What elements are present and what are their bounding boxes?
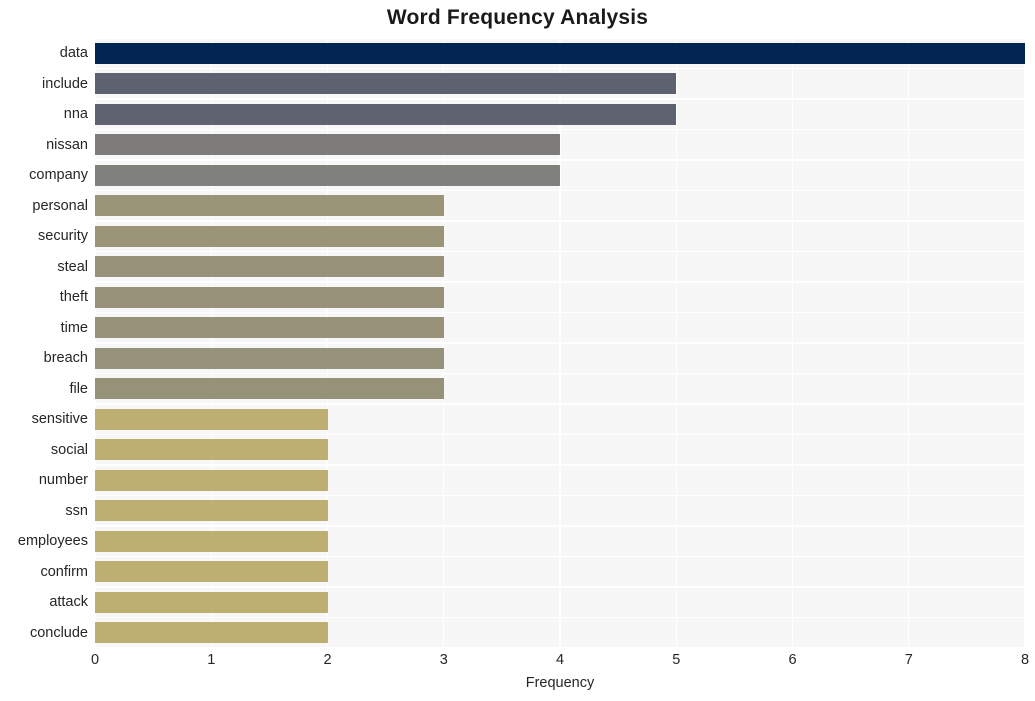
bar xyxy=(95,469,328,491)
vertical-gridline xyxy=(791,38,794,648)
vertical-gridline xyxy=(443,38,445,648)
x-axis-tick-label: 2 xyxy=(323,652,332,668)
y-axis-tick-label: ssn xyxy=(65,502,88,519)
vertical-gridline xyxy=(326,38,329,648)
y-axis-tick-label: theft xyxy=(59,289,88,306)
y-axis-tick-label: steal xyxy=(57,258,88,275)
bar xyxy=(95,439,328,461)
bar xyxy=(95,408,328,430)
x-axis-tick-label: 8 xyxy=(1020,652,1030,668)
bar xyxy=(95,530,328,552)
y-axis-tick-label: security xyxy=(38,228,88,245)
x-axis-tick-label: 0 xyxy=(90,652,100,668)
x-axis-tick-label: 7 xyxy=(904,652,913,668)
bar xyxy=(95,591,328,613)
x-axis-tick-labels: 0 1 2 3 4 5 6 7 8 xyxy=(91,652,1029,674)
vertical-gridline xyxy=(1024,38,1025,648)
y-axis-tick-label: company xyxy=(29,167,88,184)
vertical-gridline xyxy=(908,38,910,648)
y-axis-tick-label: include xyxy=(42,75,88,92)
x-axis-tick-label: 5 xyxy=(672,652,681,668)
bar xyxy=(95,378,444,400)
bar xyxy=(95,164,560,186)
y-axis-tick-label: attack xyxy=(49,594,88,611)
bar xyxy=(95,317,444,339)
bar xyxy=(95,103,677,125)
word-frequency-chart-figure: Word Frequency Analysis data include nna ni… xyxy=(0,0,1035,701)
bar xyxy=(95,561,328,583)
y-axis-tick-label: conclude xyxy=(29,624,88,641)
y-axis-tick-labels: data include nna nissan company personal secur… xyxy=(0,38,88,648)
y-axis-tick-label: nna xyxy=(63,106,88,123)
x-axis-tick-label: 3 xyxy=(439,652,448,668)
y-axis-tick-label: data xyxy=(59,45,88,62)
x-axis-tick-label: 1 xyxy=(207,652,216,668)
y-axis-tick-label: social xyxy=(50,441,88,458)
x-axis-title: Frequency xyxy=(525,675,595,691)
y-axis-tick-label: confirm xyxy=(40,563,88,580)
x-axis-tick-label: 4 xyxy=(555,652,565,668)
y-axis-tick-label: file xyxy=(69,380,88,397)
x-axis-tick-label: 6 xyxy=(788,652,797,668)
y-axis-tick-label: personal xyxy=(32,197,88,214)
bar xyxy=(95,347,444,369)
y-axis-tick-label: employees xyxy=(17,533,88,550)
plot-area xyxy=(95,38,1025,648)
chart-title: Word Frequency Analysis xyxy=(386,6,649,29)
bar xyxy=(95,256,444,278)
y-axis-tick-label: breach xyxy=(43,350,88,367)
bar xyxy=(95,42,1025,64)
vertical-gridline xyxy=(675,38,677,648)
y-axis-tick-label: number xyxy=(38,472,88,489)
bar xyxy=(95,286,444,308)
vertical-gridline xyxy=(559,38,561,648)
bar xyxy=(95,195,444,217)
bar xyxy=(95,73,677,95)
bar xyxy=(95,500,328,522)
y-axis-tick-label: sensitive xyxy=(31,411,88,428)
y-axis-tick-label: time xyxy=(60,319,88,336)
bar xyxy=(95,622,328,644)
vertical-gridline xyxy=(210,38,212,648)
bar xyxy=(95,134,560,156)
y-axis-tick-label: nissan xyxy=(46,136,88,153)
bar xyxy=(95,225,444,247)
vertical-gridline xyxy=(95,38,96,648)
